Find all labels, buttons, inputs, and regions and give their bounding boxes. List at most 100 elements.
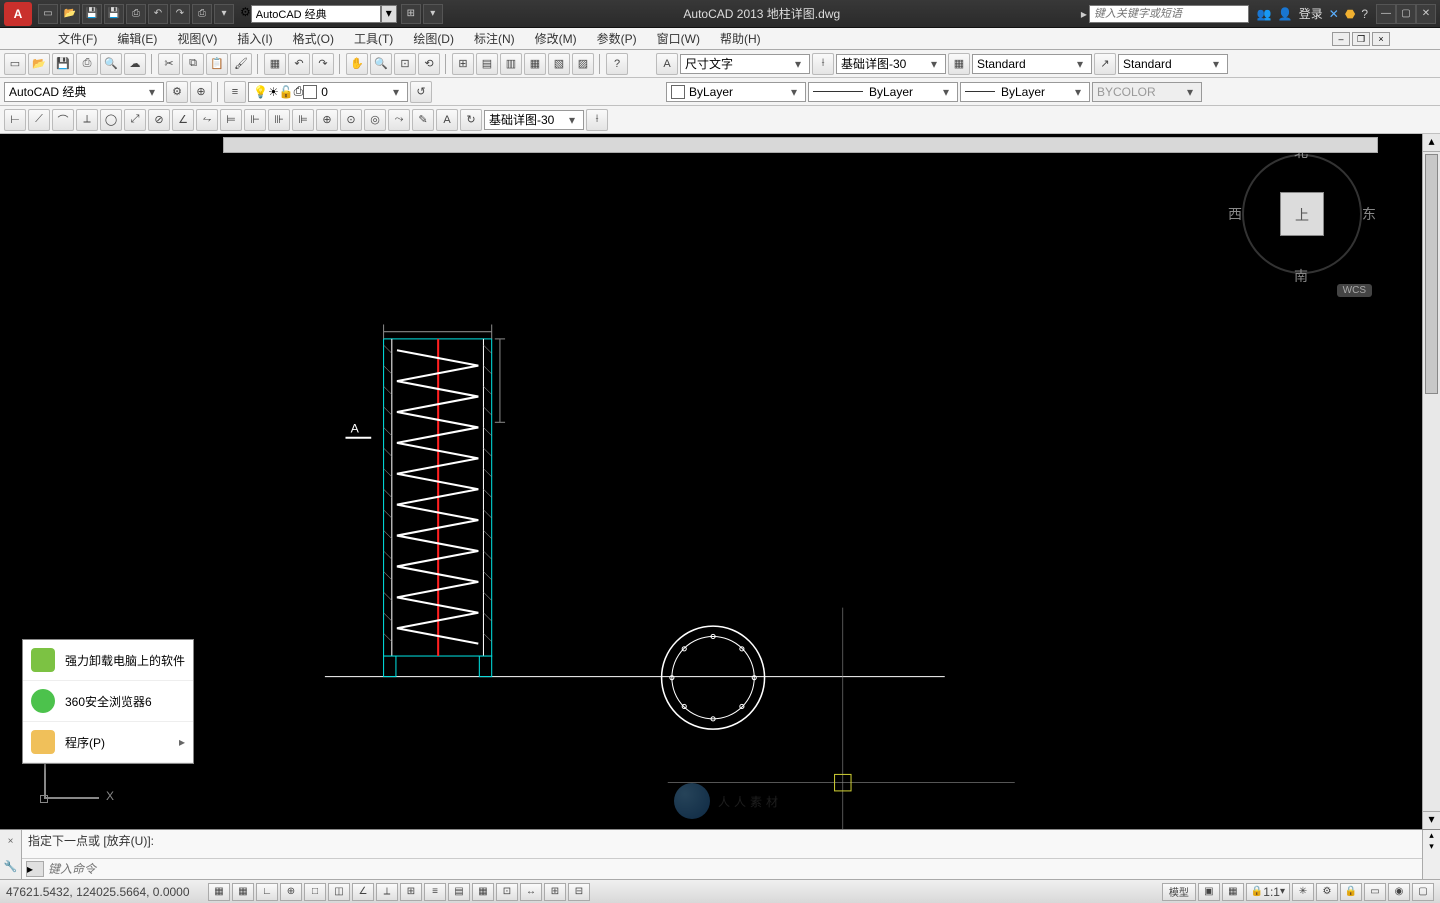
sheetset-icon[interactable]: ▦ <box>524 53 546 75</box>
menu-file[interactable]: 文件(F) <box>50 28 105 49</box>
dimstyle-icon[interactable]: ⟊ <box>812 53 834 75</box>
text-style-combo[interactable]: 尺寸文字▾ <box>680 54 810 74</box>
chevron-down-icon[interactable]: ▾ <box>381 5 397 23</box>
login-link[interactable]: 登录 <box>1299 5 1323 22</box>
print-icon[interactable]: ⎙ <box>192 4 212 24</box>
cmd-wrench-icon[interactable]: 🔧 <box>4 860 18 873</box>
doc-restore-button[interactable]: ❐ <box>1352 32 1370 46</box>
tpy-toggle[interactable]: ▤ <box>448 883 470 901</box>
minimize-button[interactable]: — <box>1376 4 1396 24</box>
ws-switch-icon[interactable]: ⚙ <box>1316 883 1338 901</box>
annoautoscale-icon[interactable]: ✳ <box>1292 883 1314 901</box>
copy-icon[interactable]: ⧉ <box>182 53 204 75</box>
pan-icon[interactable]: ✋ <box>346 53 368 75</box>
annotation-scale[interactable]: 🔒 1:1 ▾ <box>1246 883 1290 901</box>
saveas-icon[interactable]: 💾 <box>104 4 124 24</box>
dimcontinue-icon[interactable]: ⊩ <box>244 109 266 131</box>
help-icon[interactable]: ? <box>1361 7 1368 21</box>
dim-style-combo[interactable]: 基础详图-30▾ <box>836 54 946 74</box>
toolbar-lock-icon[interactable]: 🔒 <box>1340 883 1362 901</box>
am-toggle[interactable]: ↔ <box>520 883 542 901</box>
lwt-toggle[interactable]: ≡ <box>424 883 446 901</box>
tray2-icon[interactable]: ⊟ <box>568 883 590 901</box>
dimedit-icon[interactable]: ✎ <box>412 109 434 131</box>
exchange-icon[interactable]: ✕ <box>1329 7 1339 21</box>
matchprop-icon[interactable]: 🖌 <box>230 53 252 75</box>
maximize-button[interactable]: ▢ <box>1396 4 1416 24</box>
command-input[interactable] <box>48 862 1418 876</box>
redo2-icon[interactable]: ↷ <box>312 53 334 75</box>
snap-toggle[interactable]: ▦ <box>208 883 230 901</box>
dimupdate-icon[interactable]: ↻ <box>460 109 482 131</box>
qp-toggle[interactable]: ▦ <box>472 883 494 901</box>
dyn-toggle[interactable]: ⊞ <box>400 883 422 901</box>
print-file-icon[interactable]: ⎙ <box>76 53 98 75</box>
osnap-toggle[interactable]: □ <box>304 883 326 901</box>
dimspace-icon[interactable]: ⊪ <box>268 109 290 131</box>
isolate-icon[interactable]: ◉ <box>1388 883 1410 901</box>
block-editor-icon[interactable]: ▦ <box>264 53 286 75</box>
cmd-close-icon[interactable]: × <box>8 836 14 847</box>
drawing-canvas[interactable]: A 上 北 <box>0 134 1422 829</box>
preview-icon[interactable]: 🔍 <box>100 53 122 75</box>
horizontal-scrollbar[interactable]: ◂ ▸ <box>207 137 1394 153</box>
polar-toggle[interactable]: ⊕ <box>280 883 302 901</box>
tolerance-icon[interactable]: ⊕ <box>316 109 338 131</box>
workspace-save-icon[interactable]: ⊕ <box>190 81 212 103</box>
command-prompt-icon[interactable]: ▸ <box>26 861 44 877</box>
ortho-toggle[interactable]: ∟ <box>256 883 278 901</box>
zoom-realtime-icon[interactable]: 🔍 <box>370 53 392 75</box>
menu-parametric[interactable]: 参数(P) <box>589 28 645 49</box>
app-logo[interactable]: A <box>4 2 32 26</box>
menu-dimension[interactable]: 标注(N) <box>466 28 523 49</box>
table-style-combo[interactable]: Standard▾ <box>972 54 1092 74</box>
toolbar-extra2-icon[interactable]: ▾ <box>423 4 443 24</box>
linetype-combo[interactable]: ByLayer▾ <box>808 82 958 102</box>
color-combo[interactable]: ByLayer▾ <box>666 82 806 102</box>
redo-icon[interactable]: ↷ <box>170 4 190 24</box>
toolpalette-icon[interactable]: ▥ <box>500 53 522 75</box>
menu-modify[interactable]: 修改(M) <box>527 28 585 49</box>
menu-item-uninstall[interactable]: 强力卸载电脑上的软件 <box>23 640 193 681</box>
model-space-button[interactable]: 模型 <box>1162 883 1196 901</box>
markup-icon[interactable]: ▧ <box>548 53 570 75</box>
workspace-combo[interactable]: AutoCAD 经典▾ <box>4 82 164 102</box>
menu-view[interactable]: 视图(V) <box>169 28 225 49</box>
otrack-toggle[interactable]: ∠ <box>352 883 374 901</box>
ducs-toggle[interactable]: ⟂ <box>376 883 398 901</box>
toolbar-extra-icon[interactable]: ⊞ <box>401 4 421 24</box>
menu-format[interactable]: 格式(O) <box>285 28 342 49</box>
centermark-icon[interactable]: ⊙ <box>340 109 362 131</box>
menu-tools[interactable]: 工具(T) <box>346 28 401 49</box>
cut-icon[interactable]: ✂ <box>158 53 180 75</box>
dimjogged-icon[interactable]: ⤢ <box>124 109 146 131</box>
vertical-scrollbar[interactable]: ▴ ▾ <box>1422 134 1440 829</box>
dimord-icon[interactable]: ⟂ <box>76 109 98 131</box>
layer-prev-icon[interactable]: ↺ <box>410 81 432 103</box>
infocenter-icon[interactable]: 👥 <box>1257 7 1272 21</box>
mleader-style-combo[interactable]: Standard▾ <box>1118 54 1228 74</box>
plotstyle-combo[interactable]: BYCOLOR▾ <box>1092 82 1202 102</box>
layer-properties-icon[interactable]: ≡ <box>224 81 246 103</box>
dimbreak-icon[interactable]: ⊫ <box>292 109 314 131</box>
paste-icon[interactable]: 📋 <box>206 53 228 75</box>
new-file-icon[interactable]: ▭ <box>4 53 26 75</box>
doc-close-button[interactable]: × <box>1372 32 1390 46</box>
workspace-selector[interactable]: ⚙ ▾ <box>240 5 397 23</box>
zoom-window-icon[interactable]: ⊡ <box>394 53 416 75</box>
undo-icon[interactable]: ↶ <box>148 4 168 24</box>
menu-window[interactable]: 窗口(W) <box>649 28 708 49</box>
menu-item-browser[interactable]: 360安全浏览器6 <box>23 681 193 722</box>
layer-combo[interactable]: 💡 ☀ 🔓 ⎙ 0▾ <box>248 82 408 102</box>
3dosnap-toggle[interactable]: ◫ <box>328 883 350 901</box>
menu-insert[interactable]: 插入(I) <box>229 28 280 49</box>
dimaligned-icon[interactable]: ⟋ <box>28 109 50 131</box>
open-file-icon[interactable]: 📂 <box>28 53 50 75</box>
save-icon[interactable]: 💾 <box>82 4 102 24</box>
dimstyle2-icon[interactable]: ⟊ <box>586 109 608 131</box>
designcenter-icon[interactable]: ▤ <box>476 53 498 75</box>
quickcalc-icon[interactable]: ▨ <box>572 53 594 75</box>
quickdim-icon[interactable]: ⥊ <box>196 109 218 131</box>
lineweight-combo[interactable]: ByLayer▾ <box>960 82 1090 102</box>
help2-icon[interactable]: ? <box>606 53 628 75</box>
